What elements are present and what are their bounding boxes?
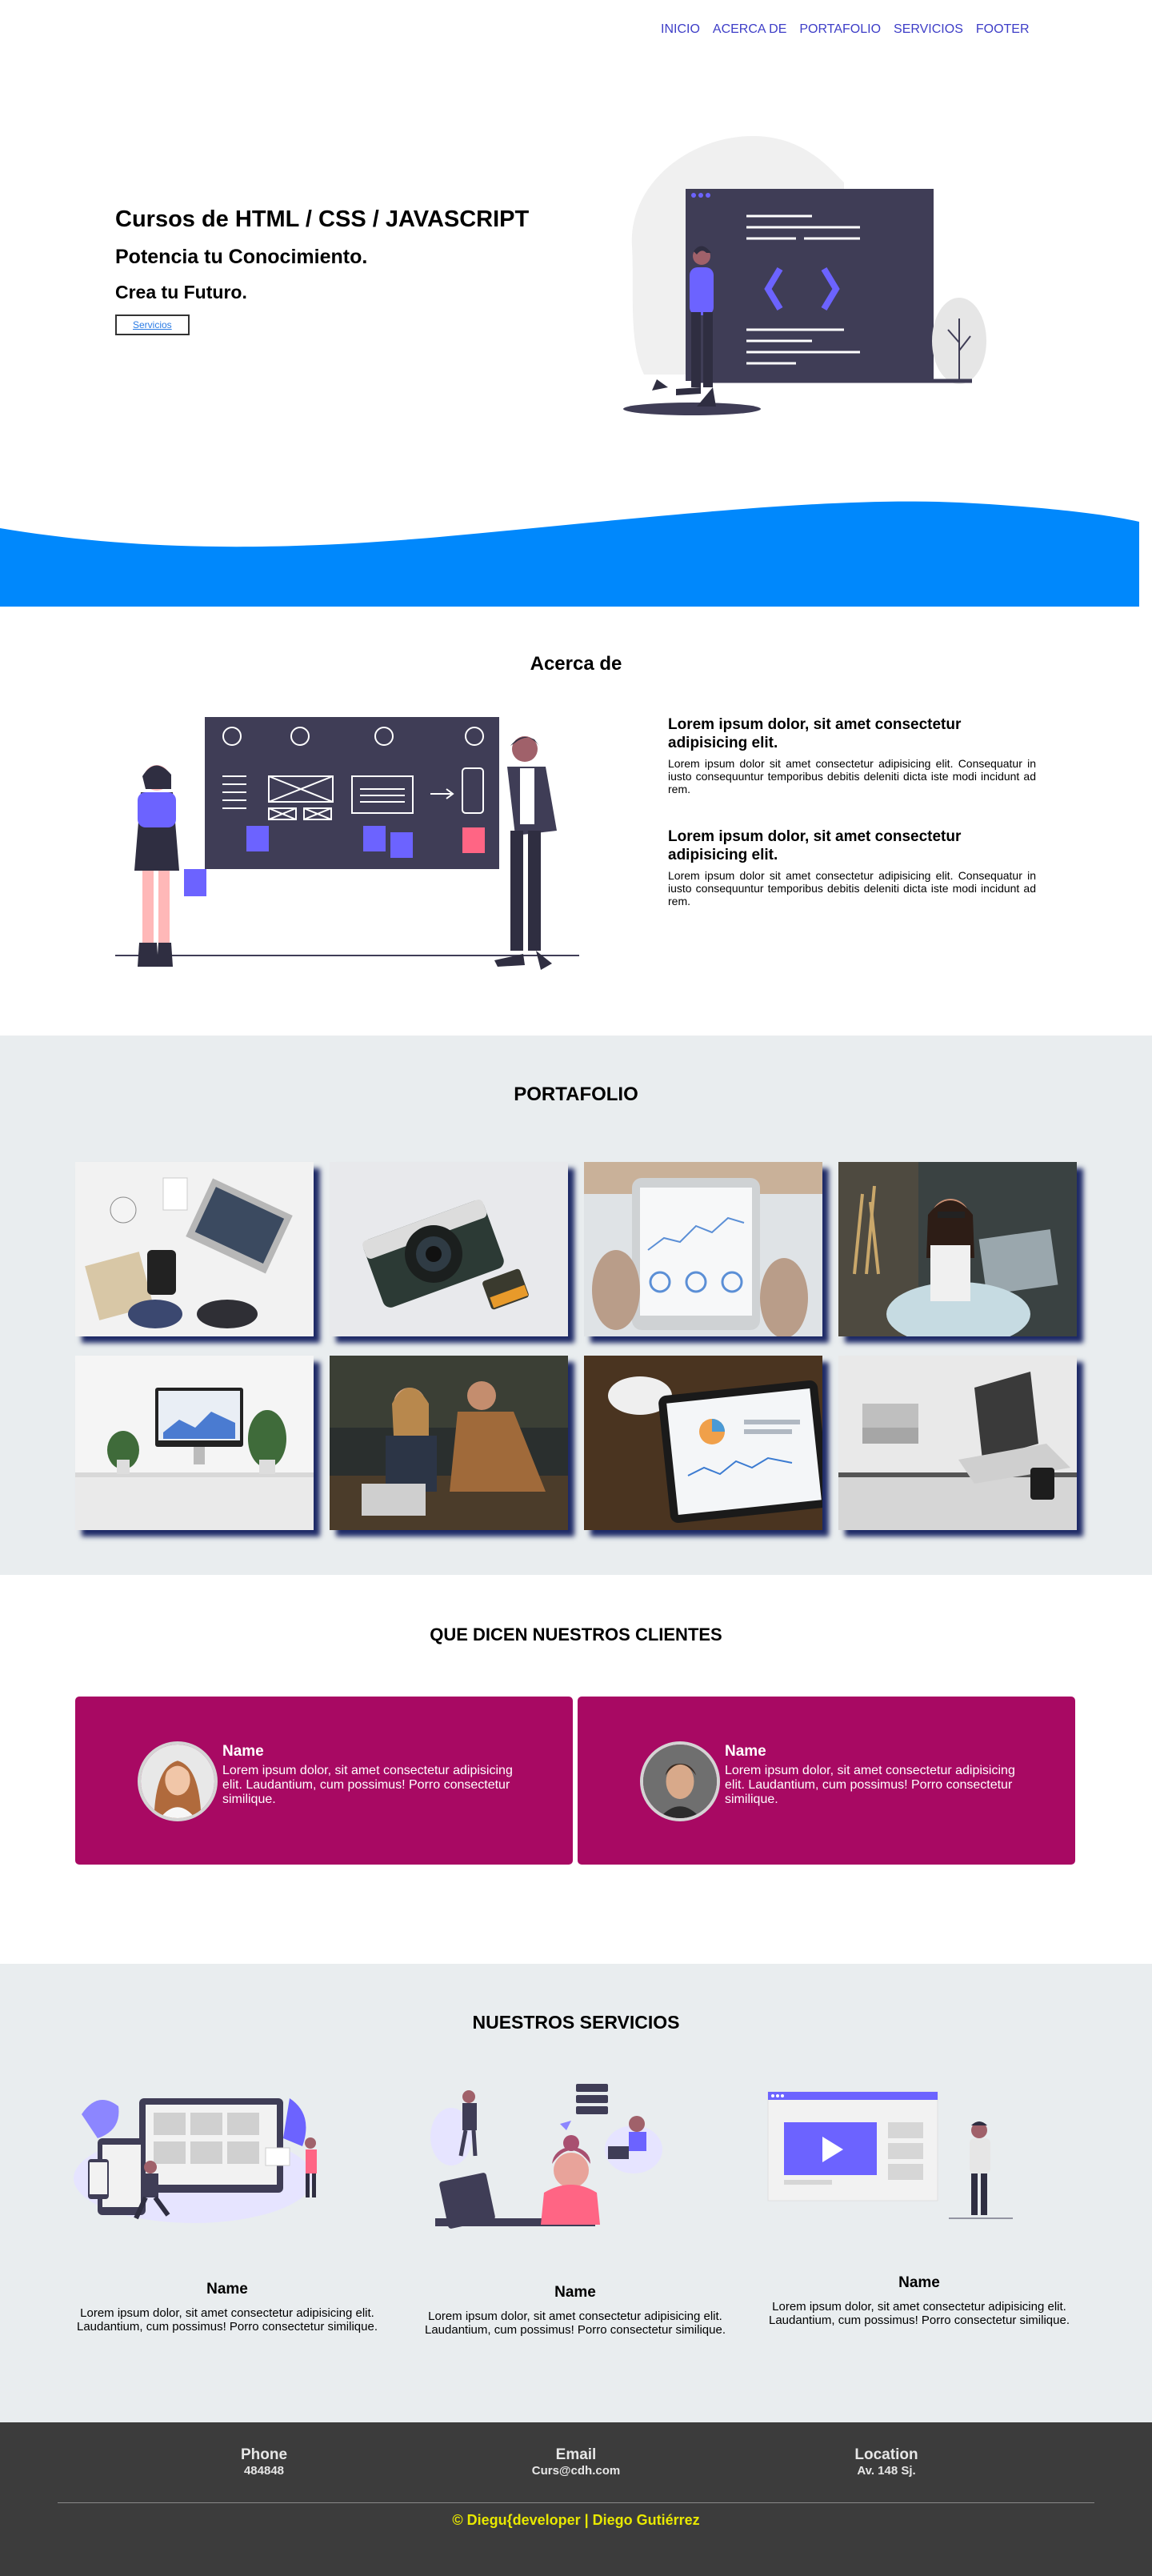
portfolio-image-tablet-charts[interactable] bbox=[584, 1162, 822, 1336]
footer-divider bbox=[58, 2502, 1094, 2503]
portfolio-image-imac-desk[interactable] bbox=[75, 1356, 314, 1530]
service-name: Name bbox=[206, 2281, 248, 2298]
page: INICIO ACERCA DE PORTAFOLIO SERVICIOS FO… bbox=[0, 0, 1152, 2576]
service-text: Lorem ipsum dolor, sit amet consectetur … bbox=[77, 2306, 378, 2334]
about-block-2: Lorem ipsum dolor, sit amet consectetur … bbox=[668, 827, 1036, 907]
service-video-illustration bbox=[767, 2091, 1013, 2219]
service-text: Lorem ipsum dolor, sit amet consectetur … bbox=[769, 2300, 1070, 2327]
portfolio-title: PORTAFOLIO bbox=[514, 1084, 638, 1105]
service-item: Name Lorem ipsum dolor, sit amet consect… bbox=[763, 2274, 1075, 2327]
portfolio-image-office-team[interactable] bbox=[330, 1356, 568, 1530]
footer-location: Location Av. 148 Sj. bbox=[766, 2446, 1006, 2478]
service-name: Name bbox=[898, 2274, 940, 2291]
hero-tagline: Crea tu Futuro. bbox=[115, 282, 247, 302]
about-block-text: Lorem ipsum dolor sit amet consectetur a… bbox=[668, 869, 1036, 907]
nav-link-portafolio[interactable]: PORTAFOLIO bbox=[799, 22, 881, 37]
services-button[interactable]: Servicios bbox=[115, 314, 190, 335]
footer-phone-value: 484848 bbox=[243, 2464, 285, 2478]
footer-email: Email Curs@cdh.com bbox=[456, 2446, 696, 2478]
about-block-1: Lorem ipsum dolor, sit amet consectetur … bbox=[668, 715, 1036, 795]
footer-email-label: Email bbox=[555, 2446, 597, 2463]
nav-link-servicios[interactable]: SERVICIOS bbox=[894, 22, 963, 37]
nav-link-inicio[interactable]: INICIO bbox=[661, 22, 700, 37]
hero-subtitle: Potencia tu Conocimiento. bbox=[115, 246, 368, 268]
portfolio-image-desk-top-view[interactable] bbox=[75, 1162, 314, 1336]
top-nav: INICIO ACERCA DE PORTAFOLIO SERVICIOS FO… bbox=[661, 22, 1030, 37]
portfolio-image-laptop-desk[interactable] bbox=[838, 1356, 1077, 1530]
hero-title: Cursos de HTML / CSS / JAVASCRIPT bbox=[115, 206, 530, 232]
about-block-heading: Lorem ipsum dolor, sit amet consectetur … bbox=[668, 828, 962, 863]
service-item: Name Lorem ipsum dolor, sit amet consect… bbox=[419, 2284, 731, 2337]
footer: Phone 484848 Email Curs@cdh.com Location… bbox=[0, 2422, 1152, 2576]
avatar bbox=[138, 1741, 218, 1821]
portfolio-section: PORTAFOLIO bbox=[0, 1036, 1152, 1575]
about-wireframe-illustration bbox=[115, 717, 579, 970]
portfolio-image-tablet-dashboard[interactable] bbox=[584, 1356, 822, 1530]
footer-copyright: © Diegu{developer | Diego Gutiérrez bbox=[452, 2512, 700, 2528]
portfolio-image-camera[interactable] bbox=[330, 1162, 568, 1336]
testimonial-card: Name Lorem ipsum dolor, sit amet consect… bbox=[75, 1697, 573, 1865]
service-item: Name Lorem ipsum dolor, sit amet consect… bbox=[75, 2281, 379, 2334]
testimonial-name: Name bbox=[222, 1743, 264, 1760]
service-team-illustration bbox=[430, 2084, 662, 2229]
hero-coding-illustration bbox=[623, 135, 986, 415]
service-text: Lorem ipsum dolor, sit amet consectetur … bbox=[425, 2310, 726, 2337]
nav-link-footer[interactable]: FOOTER bbox=[976, 22, 1030, 37]
testimonials-title: QUE DICEN NUESTROS CLIENTES bbox=[430, 1625, 722, 1645]
portfolio-grid bbox=[75, 1162, 1077, 1530]
hero-wave bbox=[0, 501, 1139, 607]
footer-phone: Phone 484848 bbox=[144, 2446, 384, 2478]
footer-location-value: Av. 148 Sj. bbox=[857, 2464, 916, 2478]
testimonial-name: Name bbox=[725, 1743, 766, 1760]
avatar bbox=[640, 1741, 720, 1821]
service-name: Name bbox=[554, 2284, 596, 2301]
footer-phone-label: Phone bbox=[240, 2446, 288, 2463]
testimonial-text: Lorem ipsum dolor, sit amet consectetur … bbox=[222, 1764, 513, 1806]
about-title: Acerca de bbox=[530, 653, 622, 675]
services-title: NUESTROS SERVICIOS bbox=[472, 2012, 680, 2033]
nav-link-acerca-de[interactable]: ACERCA DE bbox=[713, 22, 786, 37]
portfolio-image-woman-laptop[interactable] bbox=[838, 1162, 1077, 1336]
testimonial-text: Lorem ipsum dolor, sit amet consectetur … bbox=[725, 1764, 1015, 1806]
services-section: NUESTROS SERVICIOS Name Lorem ipsum dolo… bbox=[0, 1964, 1152, 2422]
footer-location-label: Location bbox=[854, 2446, 918, 2463]
about-block-text: Lorem ipsum dolor sit amet consectetur a… bbox=[668, 757, 1036, 795]
hero-text: Cursos de HTML / CSS / JAVASCRIPT Potenc… bbox=[115, 206, 529, 335]
testimonial-card: Name Lorem ipsum dolor, sit amet consect… bbox=[578, 1697, 1075, 1865]
service-devices-illustration bbox=[74, 2098, 317, 2223]
about-block-heading: Lorem ipsum dolor, sit amet consectetur … bbox=[668, 716, 962, 751]
footer-email-value[interactable]: Curs@cdh.com bbox=[456, 2464, 696, 2478]
